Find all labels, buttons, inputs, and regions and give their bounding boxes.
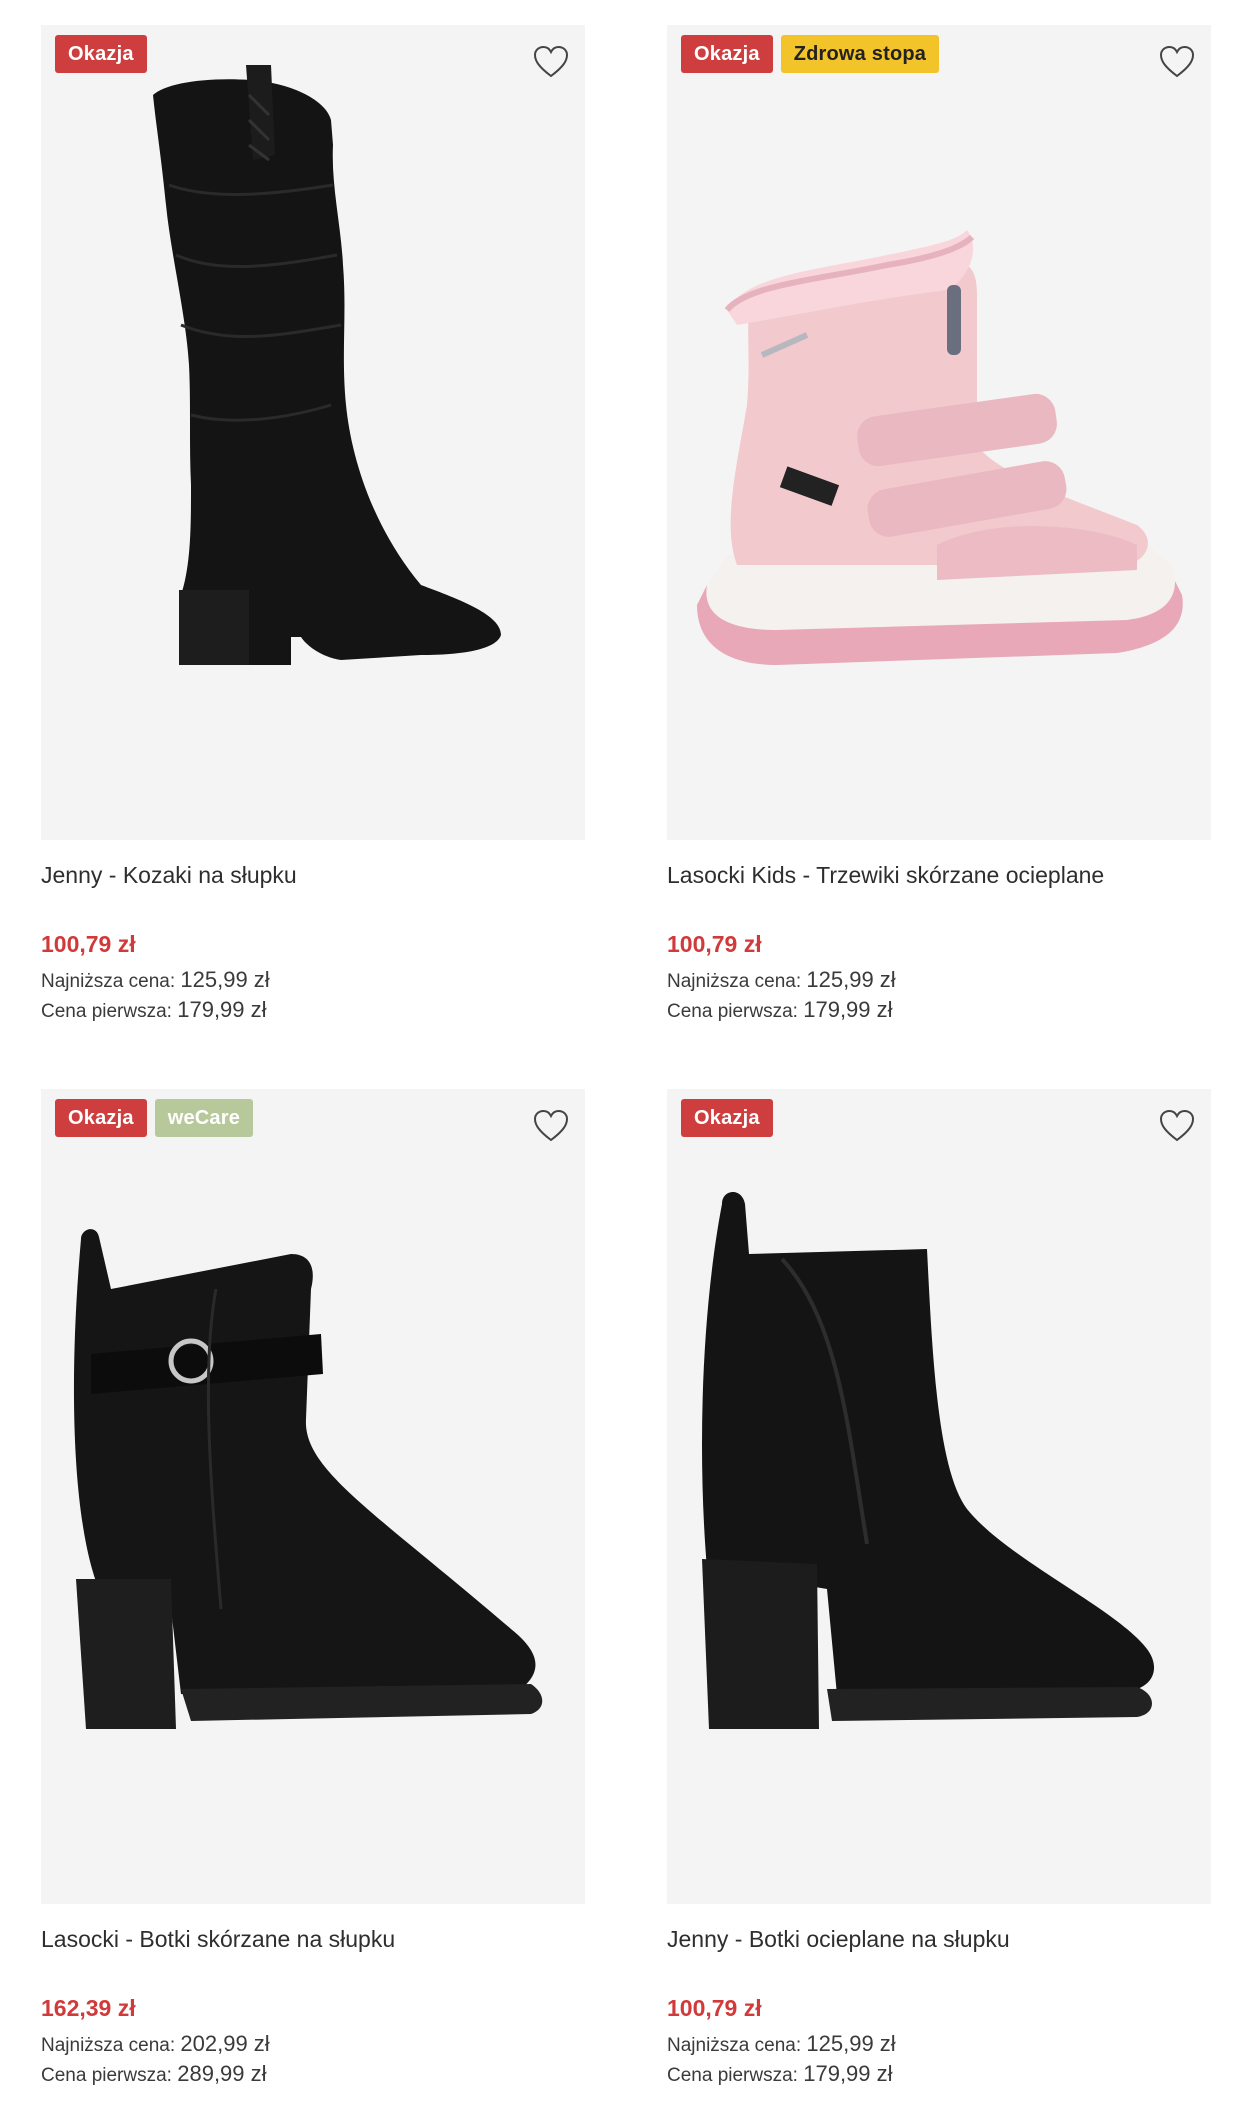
first-price-value: 289,99 zł	[177, 2061, 267, 2086]
product-image-container[interactable]: Okazja	[41, 25, 585, 840]
lowest-price-label: Najniższa cena:	[41, 971, 176, 992]
heart-icon[interactable]	[531, 41, 571, 81]
badge-zdrowa-stopa: Zdrowa stopa	[780, 35, 940, 73]
badge-okazja: Okazja	[55, 35, 147, 73]
heart-icon[interactable]	[1157, 1105, 1197, 1145]
badge-okazja: Okazja	[681, 35, 773, 73]
product-card[interactable]: Okazja Zdrowa stopa Lasocki Kids - Trzew…	[667, 25, 1211, 1025]
lowest-price-value: 202,99 zł	[180, 2031, 270, 2056]
lowest-price-line: Najniższa cena: 125,99 zł	[667, 965, 1211, 995]
product-name[interactable]: Lasocki Kids - Trzewiki skórzane ociepla…	[667, 860, 1211, 890]
product-card[interactable]: Okazja Jenny - Kozaki na słupku 100,79 z…	[41, 25, 585, 1025]
product-image-kids-boot	[697, 230, 1183, 665]
lowest-price-value: 125,99 zł	[806, 2031, 896, 2056]
first-price-value: 179,99 zł	[177, 997, 267, 1022]
first-price-value: 179,99 zł	[803, 2061, 893, 2086]
badge-row: Okazja	[55, 35, 147, 73]
badge-row: Okazja	[681, 1099, 773, 1137]
product-name[interactable]: Lasocki - Botki skórzane na słupku	[41, 1924, 585, 1954]
product-image-tall-boot	[153, 65, 501, 666]
product-image-ankle-boot-chelsea	[702, 1191, 1155, 1729]
first-price-line: Cena pierwsza: 179,99 zł	[41, 995, 585, 1025]
first-price-value: 179,99 zł	[803, 997, 893, 1022]
product-image-ankle-boot-strap	[73, 1229, 543, 1729]
lowest-price-value: 125,99 zł	[180, 967, 270, 992]
first-price-line: Cena pierwsza: 179,99 zł	[667, 2059, 1211, 2089]
lowest-price-line: Najniższa cena: 125,99 zł	[667, 2029, 1211, 2059]
first-price-label: Cena pierwsza:	[41, 2065, 172, 2086]
product-image-container[interactable]: Okazja	[667, 1089, 1211, 1904]
badge-okazja: Okazja	[55, 1099, 147, 1137]
product-price: 162,39 zł	[41, 1995, 136, 2021]
product-grid: Okazja Jenny - Kozaki na słupku 100,79 z…	[0, 0, 1250, 2123]
product-price: 100,79 zł	[667, 1995, 762, 2021]
lowest-price-value: 125,99 zł	[806, 967, 896, 992]
heart-icon[interactable]	[531, 1105, 571, 1145]
badge-row: Okazja weCare	[55, 1099, 254, 1137]
product-name[interactable]: Jenny - Botki ocieplane na słupku	[667, 1924, 1211, 1954]
product-price: 100,79 zł	[41, 931, 136, 957]
first-price-line: Cena pierwsza: 289,99 zł	[41, 2059, 585, 2089]
first-price-label: Cena pierwsza:	[667, 1001, 798, 1022]
lowest-price-label: Najniższa cena:	[667, 2035, 802, 2056]
first-price-line: Cena pierwsza: 179,99 zł	[667, 995, 1211, 1025]
lowest-price-label: Najniższa cena:	[41, 2035, 176, 2056]
product-name[interactable]: Jenny - Kozaki na słupku	[41, 860, 585, 890]
first-price-label: Cena pierwsza:	[667, 2065, 798, 2086]
badge-okazja: Okazja	[681, 1099, 773, 1137]
product-image-container[interactable]: Okazja Zdrowa stopa	[667, 25, 1211, 840]
product-card[interactable]: Okazja Jenny - Botki ocieplane na słupku…	[667, 1089, 1211, 2089]
lowest-price-label: Najniższa cena:	[667, 971, 802, 992]
product-card[interactable]: Okazja weCare Lasocki - Botki skórzane n…	[41, 1089, 585, 2089]
lowest-price-line: Najniższa cena: 202,99 zł	[41, 2029, 585, 2059]
product-image-container[interactable]: Okazja weCare	[41, 1089, 585, 1904]
badge-wecare: weCare	[154, 1099, 254, 1137]
badge-row: Okazja Zdrowa stopa	[681, 35, 940, 73]
first-price-label: Cena pierwsza:	[41, 1001, 172, 1022]
product-price: 100,79 zł	[667, 931, 762, 957]
lowest-price-line: Najniższa cena: 125,99 zł	[41, 965, 585, 995]
heart-icon[interactable]	[1157, 41, 1197, 81]
